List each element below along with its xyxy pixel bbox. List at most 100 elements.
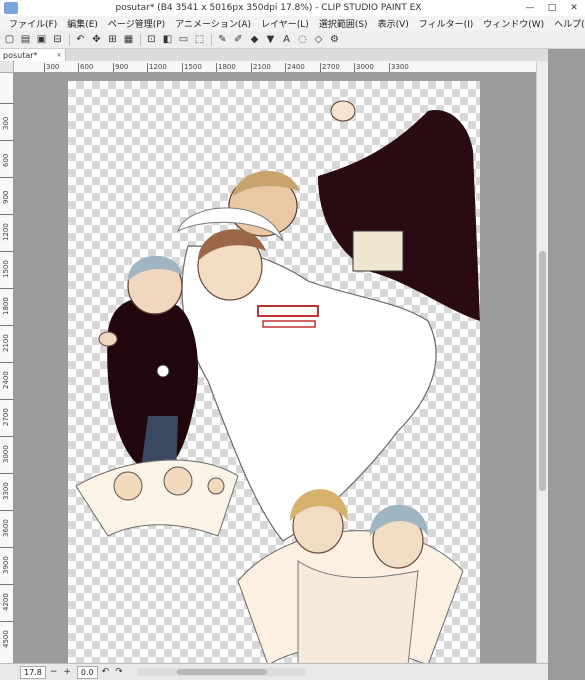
menu-edit[interactable]: 編集(E) (62, 17, 103, 30)
move-icon[interactable]: ✥ (89, 33, 104, 47)
zoom-field[interactable]: 17.8 (20, 665, 46, 679)
eraser-icon[interactable]: ◆ (247, 33, 262, 47)
menu-layer[interactable]: レイヤー(L) (256, 17, 314, 30)
toolbar-divider (69, 33, 70, 46)
window-title: posutar* (B4 3541 x 5016px 350dpi 17.8%)… (115, 3, 422, 13)
layer-icon[interactable]: ◧ (160, 33, 175, 47)
status-bar: 17.8 − + 0.0 ↶ ↷ (0, 663, 548, 680)
ruler-tick: 3300 (0, 473, 13, 509)
menu-page[interactable]: ページ管理(P) (103, 17, 170, 30)
rotate-right-icon[interactable]: ↷ (115, 667, 123, 677)
ruler-tick: 2400 (0, 362, 13, 398)
ruler-tick-label: 3900 (2, 556, 10, 574)
document-tabbar: posutar* × (0, 49, 585, 61)
scrollbar-thumb[interactable] (539, 251, 546, 491)
new-icon[interactable]: ▢ (2, 33, 17, 47)
ruler-tick-label: 3600 (2, 519, 10, 537)
ruler-icon[interactable]: ▭ (176, 33, 191, 47)
menu-selection[interactable]: 選択範囲(S) (314, 17, 373, 30)
rotation-field[interactable]: 0.0 (76, 665, 98, 679)
ruler-tick: 1500 (182, 63, 202, 72)
ruler-tick: 4200 (0, 584, 13, 620)
transform-icon[interactable]: ⊞ (105, 33, 120, 47)
ruler-tick: 3900 (0, 547, 13, 583)
canvas-paper[interactable] (68, 81, 480, 663)
menu-filter[interactable]: フィルター(I) (414, 17, 479, 30)
ruler-tick-label: 3300 (2, 482, 10, 500)
ruler-tick: 3000 (0, 436, 13, 472)
ruler-tick: 900 (113, 63, 129, 72)
scrollbar-thumb[interactable] (176, 669, 267, 675)
ruler-tick: 2700 (0, 399, 13, 435)
side-panel-area (548, 49, 585, 680)
ruler-tick-label: 1200 (2, 223, 10, 241)
horizontal-scrollbar[interactable] (136, 668, 307, 676)
app-icon (4, 2, 18, 14)
ruler-tick: 300 (44, 63, 60, 72)
ruler-tick: 1800 (0, 288, 13, 324)
toolbar-divider (140, 33, 141, 46)
ruler-tick-label: 4200 (2, 593, 10, 611)
ruler-tick-label: 1500 (2, 260, 10, 278)
ruler-tick: 600 (78, 63, 94, 72)
ruler-tick: 900 (0, 177, 13, 213)
ruler-tick: 1800 (216, 63, 236, 72)
brush-icon[interactable]: ✐ (231, 33, 246, 47)
ruler-tick: 1200 (147, 63, 167, 72)
snap-icon[interactable]: ⊡ (144, 33, 159, 47)
vertical-scrollbar[interactable] (536, 61, 548, 663)
zoom-out-button[interactable]: − (50, 667, 58, 677)
menu-view[interactable]: 表示(V) (373, 17, 414, 30)
pen-icon[interactable]: ✎ (215, 33, 230, 47)
command-toolbar: ▢ ▤ ▣ ⊟ ↶ ✥ ⊞ ▦ ⊡ ◧ ▭ ⬚ ✎ ✐ ◆ ▼ A ◌ ◇ ⚙ (0, 31, 585, 49)
menu-bar: ファイル(F) 編集(E) ページ管理(P) アニメーション(A) レイヤー(L… (0, 16, 585, 31)
undo-icon[interactable]: ↶ (73, 33, 88, 47)
text-icon[interactable]: A (279, 33, 294, 47)
ruler-tick-label: 900 (2, 190, 10, 204)
ruler-tick-label: 2100 (2, 334, 10, 352)
print-icon[interactable]: ⊟ (50, 33, 65, 47)
zoom-in-button[interactable]: + (63, 667, 71, 677)
ruler-tick: 600 (0, 140, 13, 176)
minimize-button[interactable]: — (519, 0, 541, 16)
menu-window[interactable]: ウィンドウ(W) (478, 17, 549, 30)
artwork (75, 100, 480, 663)
ruler-tick: 4500 (0, 621, 13, 657)
lasso-icon[interactable]: ◌ (295, 33, 310, 47)
menu-file[interactable]: ファイル(F) (4, 17, 62, 30)
ruler-tick: 300 (0, 103, 13, 139)
canvas-area[interactable] (14, 73, 536, 663)
settings-icon[interactable]: ⚙ (327, 33, 342, 47)
ruler-tick: 3300 (389, 63, 409, 72)
ruler-corner (0, 61, 14, 73)
select-icon[interactable]: ⬚ (192, 33, 207, 47)
ruler-tick-label: 3000 (2, 445, 10, 463)
ruler-tick: 2100 (251, 63, 271, 72)
ruler-tick-label: 600 (2, 153, 10, 167)
ruler-tick-label: 300 (2, 116, 10, 130)
ruler-tick: 2100 (0, 325, 13, 361)
horizontal-ruler: 300 600 900 1200 1500 1800 2100 2400 270… (14, 61, 536, 73)
fill-icon[interactable]: ▼ (263, 33, 278, 47)
rotate-left-icon[interactable]: ↶ (102, 667, 110, 677)
shape-icon[interactable]: ◇ (311, 33, 326, 47)
ruler-tick: 2400 (285, 63, 305, 72)
ruler-tick-label: 4500 (2, 630, 10, 648)
maximize-button[interactable]: □ (541, 0, 563, 16)
save-icon[interactable]: ▣ (34, 33, 49, 47)
grid-icon[interactable]: ▦ (121, 33, 136, 47)
window-controls: — □ ✕ (519, 0, 585, 16)
tab-posutar[interactable]: posutar* × (0, 49, 66, 61)
tab-label: posutar* (3, 50, 38, 60)
close-icon[interactable]: × (56, 51, 62, 59)
toolbar-divider (211, 33, 212, 46)
open-icon[interactable]: ▤ (18, 33, 33, 47)
ruler-tick: 1500 (0, 251, 13, 287)
close-button[interactable]: ✕ (563, 0, 585, 16)
menu-animation[interactable]: アニメーション(A) (170, 17, 256, 30)
ruler-tick: 3000 (354, 63, 374, 72)
vertical-ruler: 300 600 900 1200 1500 1800 2100 2400 270… (0, 73, 14, 663)
title-bar: posutar* (B4 3541 x 5016px 350dpi 17.8%)… (0, 0, 585, 17)
menu-help[interactable]: ヘルプ(H) (549, 17, 585, 30)
ruler-tick-label: 2700 (2, 408, 10, 426)
